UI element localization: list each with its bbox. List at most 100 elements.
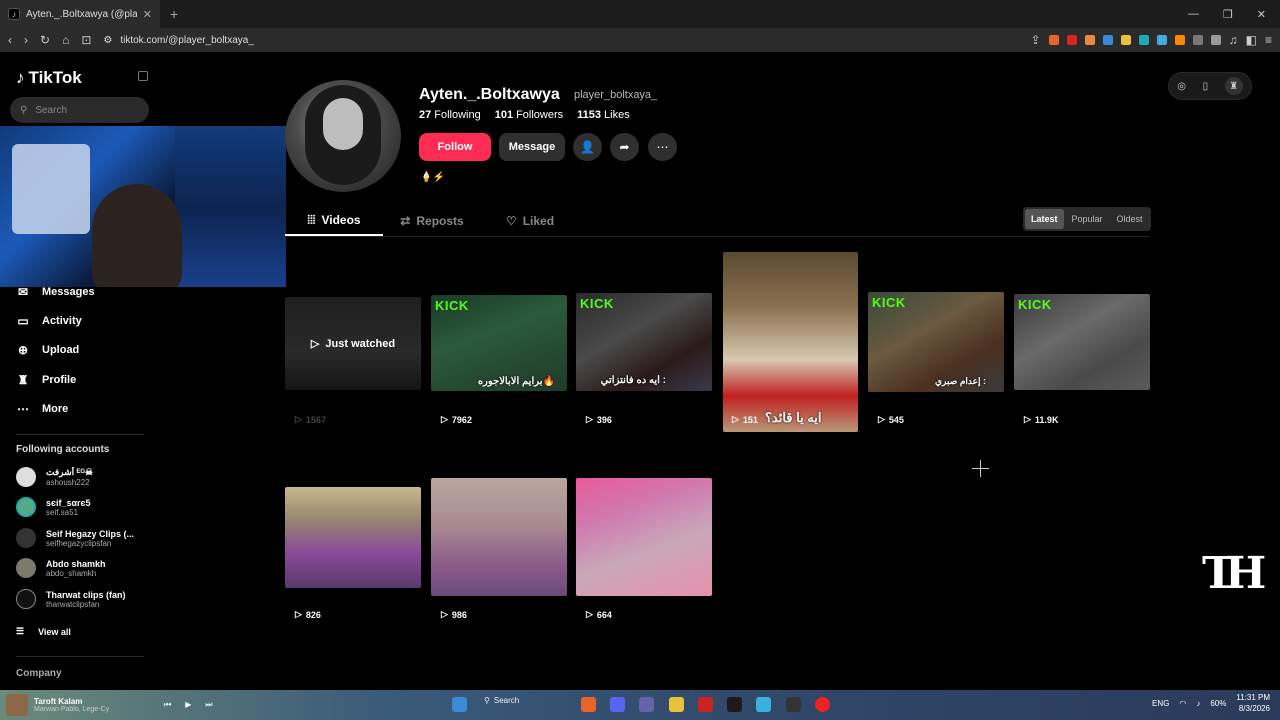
windows-start-icon[interactable] xyxy=(452,697,467,712)
view-all-button[interactable]: ☰ View all xyxy=(16,626,71,637)
sidebar-toggle-icon[interactable]: ◧ xyxy=(1246,33,1257,47)
video-thumbnail-hovered[interactable]: ▷ 151 ايه يا قائد؟ xyxy=(723,252,858,432)
extension-icon[interactable] xyxy=(1156,35,1167,45)
next-icon[interactable]: ⏭ xyxy=(205,700,212,710)
brave-icon[interactable] xyxy=(581,697,596,712)
follow-button[interactable]: Follow xyxy=(419,133,491,161)
minimize-button[interactable]: — xyxy=(1188,8,1199,21)
sort-toggle: Latest Popular Oldest xyxy=(1023,207,1151,231)
wifi-icon[interactable]: ◠ xyxy=(1179,699,1186,708)
following-account[interactable]: Tharwat clips (fan) tharwatclipsfan xyxy=(16,589,126,609)
collapse-sidebar-icon[interactable] xyxy=(138,71,148,81)
video-thumbnail[interactable]: ▷ Just watched xyxy=(285,297,421,390)
brave-shield-icon[interactable] xyxy=(1048,35,1059,45)
bookmark-icon[interactable]: ⊡ xyxy=(81,33,91,47)
search-input[interactable]: ⚲ Search xyxy=(10,97,149,123)
message-button[interactable]: Message xyxy=(499,133,565,161)
followers-stat[interactable]: 101 Followers xyxy=(495,109,563,121)
tab-videos[interactable]: ⦙⦙⦙ Videos xyxy=(285,206,383,236)
previous-icon[interactable]: ⏮ xyxy=(164,700,171,710)
following-account[interactable]: sєif_sαrє5 seif.sa51 xyxy=(16,497,91,517)
discord-icon[interactable] xyxy=(610,697,625,712)
date: 8/3/2026 xyxy=(1238,704,1270,713)
sidebar-item-activity[interactable]: ▭ Activity xyxy=(16,314,82,328)
teams-icon[interactable] xyxy=(639,697,654,712)
following-account[interactable]: Seif Hegazy Clips (... seifhegazyclipsfa… xyxy=(16,528,134,548)
battery-level[interactable]: 60% xyxy=(1210,699,1226,708)
menu-icon[interactable]: ≡ xyxy=(1265,33,1272,47)
address-bar[interactable]: ⚙ tiktok.com/@player_boltxaya_ xyxy=(103,35,1018,46)
video-thumbnail[interactable]: KICK إعدام صبري : xyxy=(868,292,1004,392)
clock[interactable]: 11:31 PM 8/3/2026 xyxy=(1236,692,1270,714)
views-count: 1567 xyxy=(305,414,326,425)
views-count: 986 xyxy=(451,609,467,620)
taskbar-search[interactable]: ⚲ Search xyxy=(484,696,519,705)
mouse-cursor xyxy=(972,460,989,477)
extension-icon[interactable] xyxy=(1174,35,1185,45)
tab-close-icon[interactable]: ✕ xyxy=(143,8,152,21)
app-icon[interactable] xyxy=(815,697,830,712)
video-thumbnail[interactable]: KICK xyxy=(1014,294,1150,390)
compass-icon[interactable]: ◎ xyxy=(1177,81,1186,92)
sidebar-item-label: Activity xyxy=(42,315,82,327)
volume-icon[interactable]: ♪ xyxy=(1196,699,1200,708)
browser-tab[interactable]: ♪ Ayten._.Boltxawya (@player_bolt ✕ xyxy=(0,0,160,28)
close-window-button[interactable]: ✕ xyxy=(1257,8,1266,21)
following-account[interactable]: أشرفت ᴱᴳ☠ ashoush222 xyxy=(16,467,93,487)
sidebar-item-more[interactable]: ⋯ More xyxy=(16,402,68,416)
home-icon[interactable]: ⌂ xyxy=(62,33,69,47)
following-stat[interactable]: 27 Following xyxy=(419,109,481,121)
share-icon[interactable]: ⇪ xyxy=(1031,33,1041,47)
file-explorer-icon[interactable] xyxy=(669,697,684,712)
sort-popular[interactable]: Popular xyxy=(1066,209,1109,229)
extension-icon[interactable] xyxy=(1066,35,1077,45)
lang-indicator[interactable]: ENG xyxy=(1152,699,1169,708)
company-link[interactable]: Company xyxy=(16,668,62,679)
video-thumbnail[interactable]: KICK ايه ده فانتزاتي : xyxy=(576,293,712,391)
video-thumbnail[interactable] xyxy=(576,478,712,596)
maximize-button[interactable]: ❐ xyxy=(1223,8,1233,21)
tab-liked[interactable]: ♡ Liked xyxy=(481,206,579,236)
extension-icon[interactable] xyxy=(1210,35,1221,45)
extension-icon[interactable] xyxy=(1120,35,1131,45)
play-icon: ▷ xyxy=(295,609,302,619)
user-avatar-icon[interactable]: ♜ xyxy=(1224,77,1243,95)
sort-oldest[interactable]: Oldest xyxy=(1111,209,1149,229)
repost-icon: ⇄ xyxy=(400,214,411,228)
video-thumbnail[interactable] xyxy=(431,478,567,596)
share-profile-button[interactable]: ➦ xyxy=(610,133,639,161)
more-options-button[interactable]: ⋯ xyxy=(648,133,677,161)
video-thumbnail[interactable] xyxy=(285,487,421,588)
heart-icon: ♡ xyxy=(505,214,517,228)
sort-latest[interactable]: Latest xyxy=(1025,209,1064,229)
obs-icon[interactable] xyxy=(786,697,801,712)
sidebar-item-profile[interactable]: ♜ Profile xyxy=(16,373,77,387)
music-icon[interactable]: ♫ xyxy=(1229,33,1238,47)
add-friend-button[interactable]: 👤 xyxy=(573,133,602,161)
media-widget[interactable]: Taroft Kalam Marwan Pablo, Lege-Cy xyxy=(0,694,160,716)
app-icon[interactable] xyxy=(698,697,713,712)
likes-stat: 1153 Likes xyxy=(577,109,630,121)
forward-icon[interactable]: › xyxy=(24,33,28,47)
tiktok-logo[interactable]: ♪ TikTok xyxy=(16,68,82,88)
app-icon[interactable] xyxy=(727,697,742,712)
video-thumbnail[interactable]: KICK برايم الابالاجوره🔥 xyxy=(431,295,567,391)
back-icon[interactable]: ‹ xyxy=(8,33,12,47)
app-icon[interactable] xyxy=(756,697,771,712)
puzzle-icon[interactable] xyxy=(1192,35,1203,45)
video-caption: ايه ده فانتزاتي : xyxy=(600,375,666,386)
extension-icon[interactable] xyxy=(1084,35,1095,45)
video-views: ▷ 1567 xyxy=(295,414,326,425)
following-account[interactable]: Abdo shamkh abdo_shamkh xyxy=(16,558,106,578)
sidebar-item-messages[interactable]: ✉ Messages xyxy=(16,285,95,299)
site-info-icon[interactable]: ⚙ xyxy=(103,35,112,46)
reload-icon[interactable]: ↻ xyxy=(40,33,50,47)
extension-icon[interactable] xyxy=(1102,35,1113,45)
sidebar-item-upload[interactable]: ⊕ Upload xyxy=(16,343,79,357)
extension-icon[interactable] xyxy=(1138,35,1149,45)
account-name: Abdo shamkh xyxy=(46,558,106,569)
phone-icon[interactable]: ▯ xyxy=(1203,81,1209,92)
new-tab-button[interactable]: + xyxy=(170,6,178,22)
play-icon[interactable]: ▶ xyxy=(185,700,191,710)
tab-reposts[interactable]: ⇄ Reposts xyxy=(383,206,481,236)
